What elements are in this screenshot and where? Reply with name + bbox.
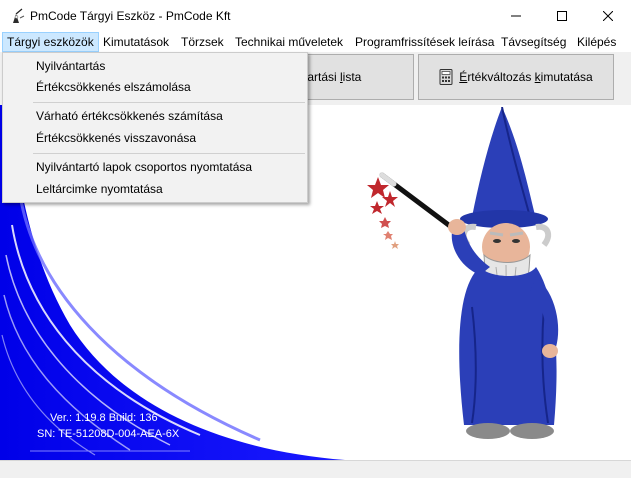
close-icon bbox=[603, 11, 613, 21]
menu-separator bbox=[33, 153, 305, 154]
title-bar[interactable]: PmCode Tárgyi Eszköz - PmCode Kft bbox=[0, 0, 631, 32]
app-window: PmCode Tárgyi Eszköz - PmCode Kft Tárgyi… bbox=[0, 0, 631, 478]
menu-torzsek[interactable]: Törzsek bbox=[176, 32, 229, 52]
menu-item-nyilvantartas[interactable]: Nyilvántartás bbox=[36, 56, 105, 76]
menu-kimutatasok[interactable]: Kimutatások bbox=[98, 32, 174, 52]
value-change-label: Értékváltozás kimutatása bbox=[459, 70, 593, 84]
value-change-report-button[interactable]: Értékváltozás kimutatása bbox=[418, 54, 614, 100]
targyi-eszkozok-dropdown: Nyilvántartás Értékcsökkenés elszámolása… bbox=[2, 52, 308, 203]
menu-programfrissitesek[interactable]: Programfrissítések leírása bbox=[350, 32, 499, 52]
menu-technikai-muveletek[interactable]: Technikai műveletek bbox=[230, 32, 348, 52]
menu-kilepes[interactable]: Kilépés bbox=[572, 32, 621, 52]
maximize-button[interactable] bbox=[539, 0, 585, 32]
minimize-button[interactable] bbox=[493, 0, 539, 32]
version-info: Ver.: 1.19.8 Build: 136 bbox=[50, 412, 158, 424]
window-title: PmCode Tárgyi Eszköz - PmCode Kft bbox=[30, 9, 231, 23]
maximize-icon bbox=[557, 11, 567, 21]
magic-stars bbox=[367, 177, 399, 249]
close-button[interactable] bbox=[585, 0, 631, 32]
minimize-icon bbox=[511, 15, 521, 17]
menu-bar: Tárgyi eszközök Kimutatások Törzsek Tech… bbox=[0, 32, 631, 52]
status-bar bbox=[0, 460, 631, 478]
wizard-illustration bbox=[367, 107, 559, 439]
menu-tavsegitseg[interactable]: Távsegítség bbox=[496, 32, 571, 52]
menu-item-ertekcsokkenes-elszamolasa[interactable]: Értékcsökkenés elszámolása bbox=[36, 77, 191, 97]
wizard-app-icon bbox=[13, 8, 25, 23]
menu-item-varhato-ertekcsokkenes[interactable]: Várható értékcsökkenés számítása bbox=[36, 106, 223, 126]
menu-item-leltarcimke-nyomtatasa[interactable]: Leltárcimke nyomtatása bbox=[36, 179, 163, 199]
menu-targyi-eszkozok[interactable]: Tárgyi eszközök bbox=[2, 32, 99, 52]
menu-separator bbox=[33, 102, 305, 103]
menu-item-nyilvantarto-lapok-nyomtatasa[interactable]: Nyilvántartó lapok csoportos nyomtatása bbox=[36, 157, 252, 177]
serial-number: SN: TE-51208D-004-AEA-6X bbox=[37, 428, 180, 440]
menu-item-ertekcsokkenes-visszavonasa[interactable]: Értékcsökkenés visszavonása bbox=[36, 128, 196, 148]
calculator-icon bbox=[439, 69, 453, 85]
